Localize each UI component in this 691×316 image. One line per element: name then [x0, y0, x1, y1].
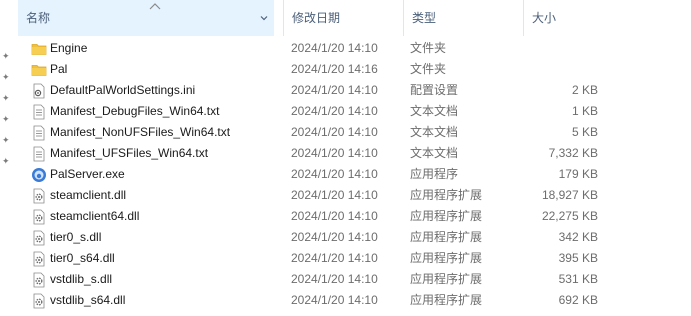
file-date: 2024/1/20 14:10 — [291, 188, 378, 202]
file-type: 文本文档 — [410, 125, 459, 139]
file-row[interactable]: Manifest_DebugFiles_Win64.txt 2024/1/20 … — [18, 101, 691, 122]
file-date: 2024/1/20 14:10 — [291, 83, 378, 97]
file-date: 2024/1/20 14:10 — [291, 209, 378, 223]
file-name: PalServer.exe — [50, 167, 125, 181]
file-date: 2024/1/20 14:10 — [291, 146, 378, 160]
pin-icon: ✦ — [2, 114, 10, 124]
settings-file-icon — [31, 83, 47, 99]
file-date: 2024/1/20 14:10 — [291, 125, 378, 139]
file-row[interactable]: steamclient64.dll 2024/1/20 14:10 应用程序扩展… — [18, 206, 691, 227]
text-file-icon — [31, 146, 47, 162]
file-date: 2024/1/20 14:16 — [291, 62, 378, 76]
file-size: 7,332 KB — [548, 146, 598, 160]
file-type: 应用程序扩展 — [410, 209, 483, 223]
app-exe-icon — [31, 167, 47, 183]
file-name: steamclient64.dll — [50, 209, 140, 223]
file-size: 342 KB — [558, 230, 598, 244]
file-size: 22,275 KB — [541, 209, 598, 223]
file-name: DefaultPalWorldSettings.ini — [50, 83, 196, 97]
dll-file-icon — [31, 230, 47, 246]
dll-file-icon — [31, 188, 47, 204]
file-size: 692 KB — [558, 293, 598, 307]
file-name: Manifest_UFSFiles_Win64.txt — [50, 146, 209, 160]
column-header-name-label: 名称 — [26, 11, 51, 25]
column-header-date-label: 修改日期 — [292, 11, 341, 25]
pin-icon: ✦ — [2, 72, 10, 82]
file-row[interactable]: PalServer.exe 2024/1/20 14:10 应用程序 179 K… — [18, 164, 691, 185]
file-type: 文件夹 — [410, 41, 447, 55]
text-file-icon — [31, 125, 47, 141]
folder-icon — [31, 62, 47, 78]
file-date: 2024/1/20 14:10 — [291, 230, 378, 244]
pin-icon: ✦ — [2, 135, 10, 145]
folder-icon — [31, 41, 47, 57]
file-row[interactable]: DefaultPalWorldSettings.ini 2024/1/20 14… — [18, 80, 691, 101]
dll-file-icon — [31, 251, 47, 267]
dll-file-icon — [31, 209, 47, 225]
file-size: 2 KB — [571, 83, 598, 97]
file-type: 文件夹 — [410, 62, 447, 76]
file-name: vstdlib_s.dll — [50, 272, 113, 286]
file-date: 2024/1/20 14:10 — [291, 272, 378, 286]
column-header-date[interactable]: 修改日期 — [283, 0, 403, 36]
dll-file-icon — [31, 272, 47, 288]
file-row[interactable]: vstdlib_s.dll 2024/1/20 14:10 应用程序扩展 531… — [18, 269, 691, 290]
file-type: 文本文档 — [410, 146, 459, 160]
file-row[interactable]: Manifest_UFSFiles_Win64.txt 2024/1/20 14… — [18, 143, 691, 164]
file-type: 应用程序扩展 — [410, 272, 483, 286]
file-row[interactable]: steamclient.dll 2024/1/20 14:10 应用程序扩展 1… — [18, 185, 691, 206]
file-name: Manifest_NonUFSFiles_Win64.txt — [50, 125, 231, 139]
file-type: 应用程序扩展 — [410, 188, 483, 202]
column-header-type[interactable]: 类型 — [403, 0, 523, 36]
file-type: 应用程序扩展 — [410, 293, 483, 307]
file-name: tier0_s64.dll — [50, 251, 115, 265]
file-name: steamclient.dll — [50, 188, 127, 202]
pin-icon: ✦ — [2, 51, 10, 61]
pin-icon: ✦ — [2, 156, 10, 166]
file-row[interactable]: Engine 2024/1/20 14:10 文件夹 — [18, 38, 691, 59]
sort-ascending-icon — [149, 3, 161, 10]
file-size: 18,927 KB — [541, 188, 598, 202]
file-row[interactable]: vstdlib_s64.dll 2024/1/20 14:10 应用程序扩展 6… — [18, 290, 691, 311]
file-name: Engine — [50, 41, 88, 55]
file-size — [518, 38, 598, 59]
file-type: 文本文档 — [410, 104, 459, 118]
file-type: 应用程序扩展 — [410, 230, 483, 244]
file-row[interactable]: tier0_s64.dll 2024/1/20 14:10 应用程序扩展 395… — [18, 248, 691, 269]
column-header-size[interactable]: 大小 — [523, 0, 603, 36]
file-row[interactable]: Pal 2024/1/20 14:16 文件夹 — [18, 59, 691, 80]
column-header-name[interactable]: 名称 — [18, 0, 274, 36]
pin-icon: ✦ — [2, 93, 10, 103]
file-name: Pal — [50, 62, 68, 76]
file-type: 应用程序扩展 — [410, 251, 483, 265]
file-date: 2024/1/20 14:10 — [291, 167, 378, 181]
file-date: 2024/1/20 14:10 — [291, 104, 378, 118]
text-file-icon — [31, 104, 47, 120]
file-date: 2024/1/20 14:10 — [291, 293, 378, 307]
navigation-pane-edge: ✦ ✦ ✦ ✦ ✦ ✦ — [0, 0, 18, 316]
file-size: 179 KB — [558, 167, 598, 181]
file-size: 5 KB — [571, 125, 598, 139]
file-name: Manifest_DebugFiles_Win64.txt — [50, 104, 220, 118]
column-header: 名称 修改日期 类型 大小 — [18, 0, 691, 36]
file-type: 应用程序 — [410, 167, 459, 181]
file-size: 1 KB — [571, 104, 598, 118]
file-row[interactable]: Manifest_NonUFSFiles_Win64.txt 2024/1/20… — [18, 122, 691, 143]
file-row[interactable]: tier0_s.dll 2024/1/20 14:10 应用程序扩展 342 K… — [18, 227, 691, 248]
file-size: 395 KB — [558, 251, 598, 265]
file-date: 2024/1/20 14:10 — [291, 251, 378, 265]
file-date: 2024/1/20 14:10 — [291, 41, 378, 55]
file-size: 531 KB — [558, 272, 598, 286]
column-header-size-label: 大小 — [532, 11, 557, 25]
file-type: 配置设置 — [410, 83, 459, 97]
file-name: vstdlib_s64.dll — [50, 293, 126, 307]
dll-file-icon — [31, 293, 47, 309]
column-header-type-label: 类型 — [412, 11, 437, 25]
file-size — [518, 59, 598, 80]
file-name: tier0_s.dll — [50, 230, 102, 244]
chevron-down-icon[interactable] — [260, 14, 268, 22]
